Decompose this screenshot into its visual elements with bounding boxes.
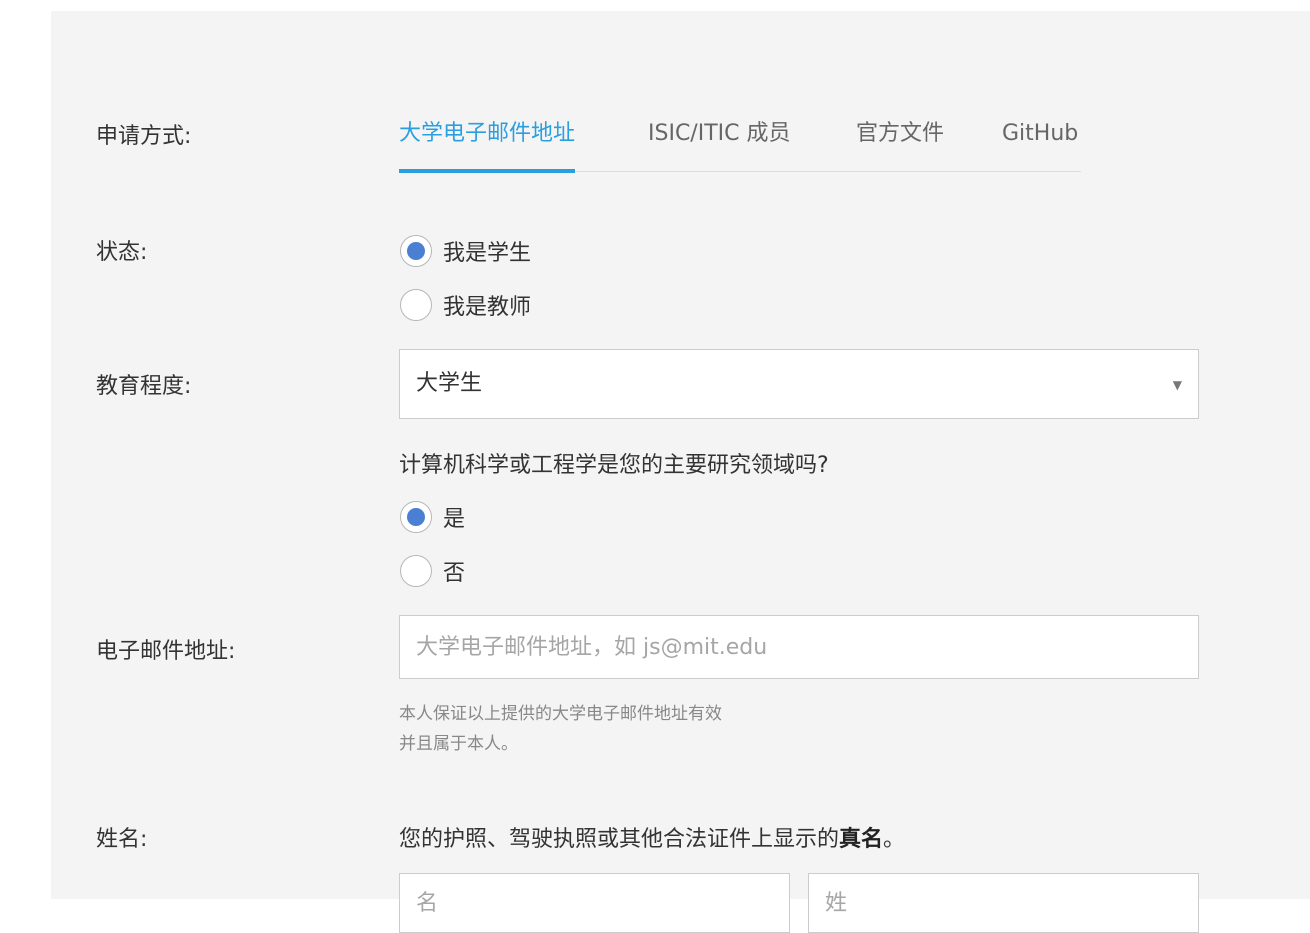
email-hint: 本人保证以上提供的大学电子邮件地址有效 并且属于本人。 bbox=[399, 699, 722, 759]
name-desc-bold: 真名 bbox=[839, 827, 884, 852]
email-input[interactable] bbox=[399, 615, 1199, 679]
cs-no-radio[interactable] bbox=[400, 555, 432, 587]
name-label: 姓名: bbox=[96, 827, 148, 852]
status-option-teacher[interactable]: 我是教师 bbox=[400, 287, 531, 323]
cs-option-yes[interactable]: 是 bbox=[400, 499, 465, 535]
cs-option-no[interactable]: 否 bbox=[400, 553, 465, 589]
education-selected-value: 大学生 bbox=[416, 371, 483, 396]
status-teacher-radio[interactable] bbox=[400, 289, 432, 321]
cs-yes-radio[interactable] bbox=[400, 501, 432, 533]
tab-github[interactable]: GitHub bbox=[1002, 116, 1078, 172]
status-option-student[interactable]: 我是学生 bbox=[400, 233, 531, 269]
name-desc-suffix: 。 bbox=[883, 827, 906, 852]
tab-isic-itic[interactable]: ISIC/ITIC 成员 bbox=[648, 116, 791, 172]
chevron-down-icon: ▼ bbox=[1172, 378, 1182, 392]
cs-no-label: 否 bbox=[443, 561, 466, 586]
cs-question-text: 计算机科学或工程学是您的主要研究领域吗? bbox=[399, 453, 829, 478]
tab-university-email[interactable]: 大学电子邮件地址 bbox=[399, 116, 576, 173]
email-hint-line-1: 本人保证以上提供的大学电子邮件地址有效 bbox=[399, 704, 722, 724]
first-name-input[interactable] bbox=[399, 873, 790, 933]
education-label: 教育程度: bbox=[96, 374, 192, 399]
name-desc-prefix: 您的护照、驾驶执照或其他合法证件上显示的 bbox=[399, 827, 840, 852]
method-tabs: 大学电子邮件地址 ISIC/ITIC 成员 官方文件 GitHub bbox=[399, 116, 1081, 173]
status-teacher-label: 我是教师 bbox=[443, 295, 532, 320]
education-select[interactable]: 大学生 ▼ bbox=[399, 349, 1199, 419]
status-student-radio[interactable] bbox=[400, 235, 432, 267]
cs-yes-label: 是 bbox=[443, 507, 466, 532]
last-name-input[interactable] bbox=[808, 873, 1199, 933]
status-student-label: 我是学生 bbox=[443, 241, 532, 266]
method-label: 申请方式: bbox=[96, 124, 192, 149]
tab-official-document[interactable]: 官方文件 bbox=[856, 116, 944, 172]
email-label: 电子邮件地址: bbox=[96, 639, 236, 664]
name-description: 您的护照、驾驶执照或其他合法证件上显示的真名。 bbox=[399, 821, 905, 853]
email-hint-line-2: 并且属于本人。 bbox=[399, 734, 518, 754]
status-label: 状态: bbox=[96, 240, 148, 265]
